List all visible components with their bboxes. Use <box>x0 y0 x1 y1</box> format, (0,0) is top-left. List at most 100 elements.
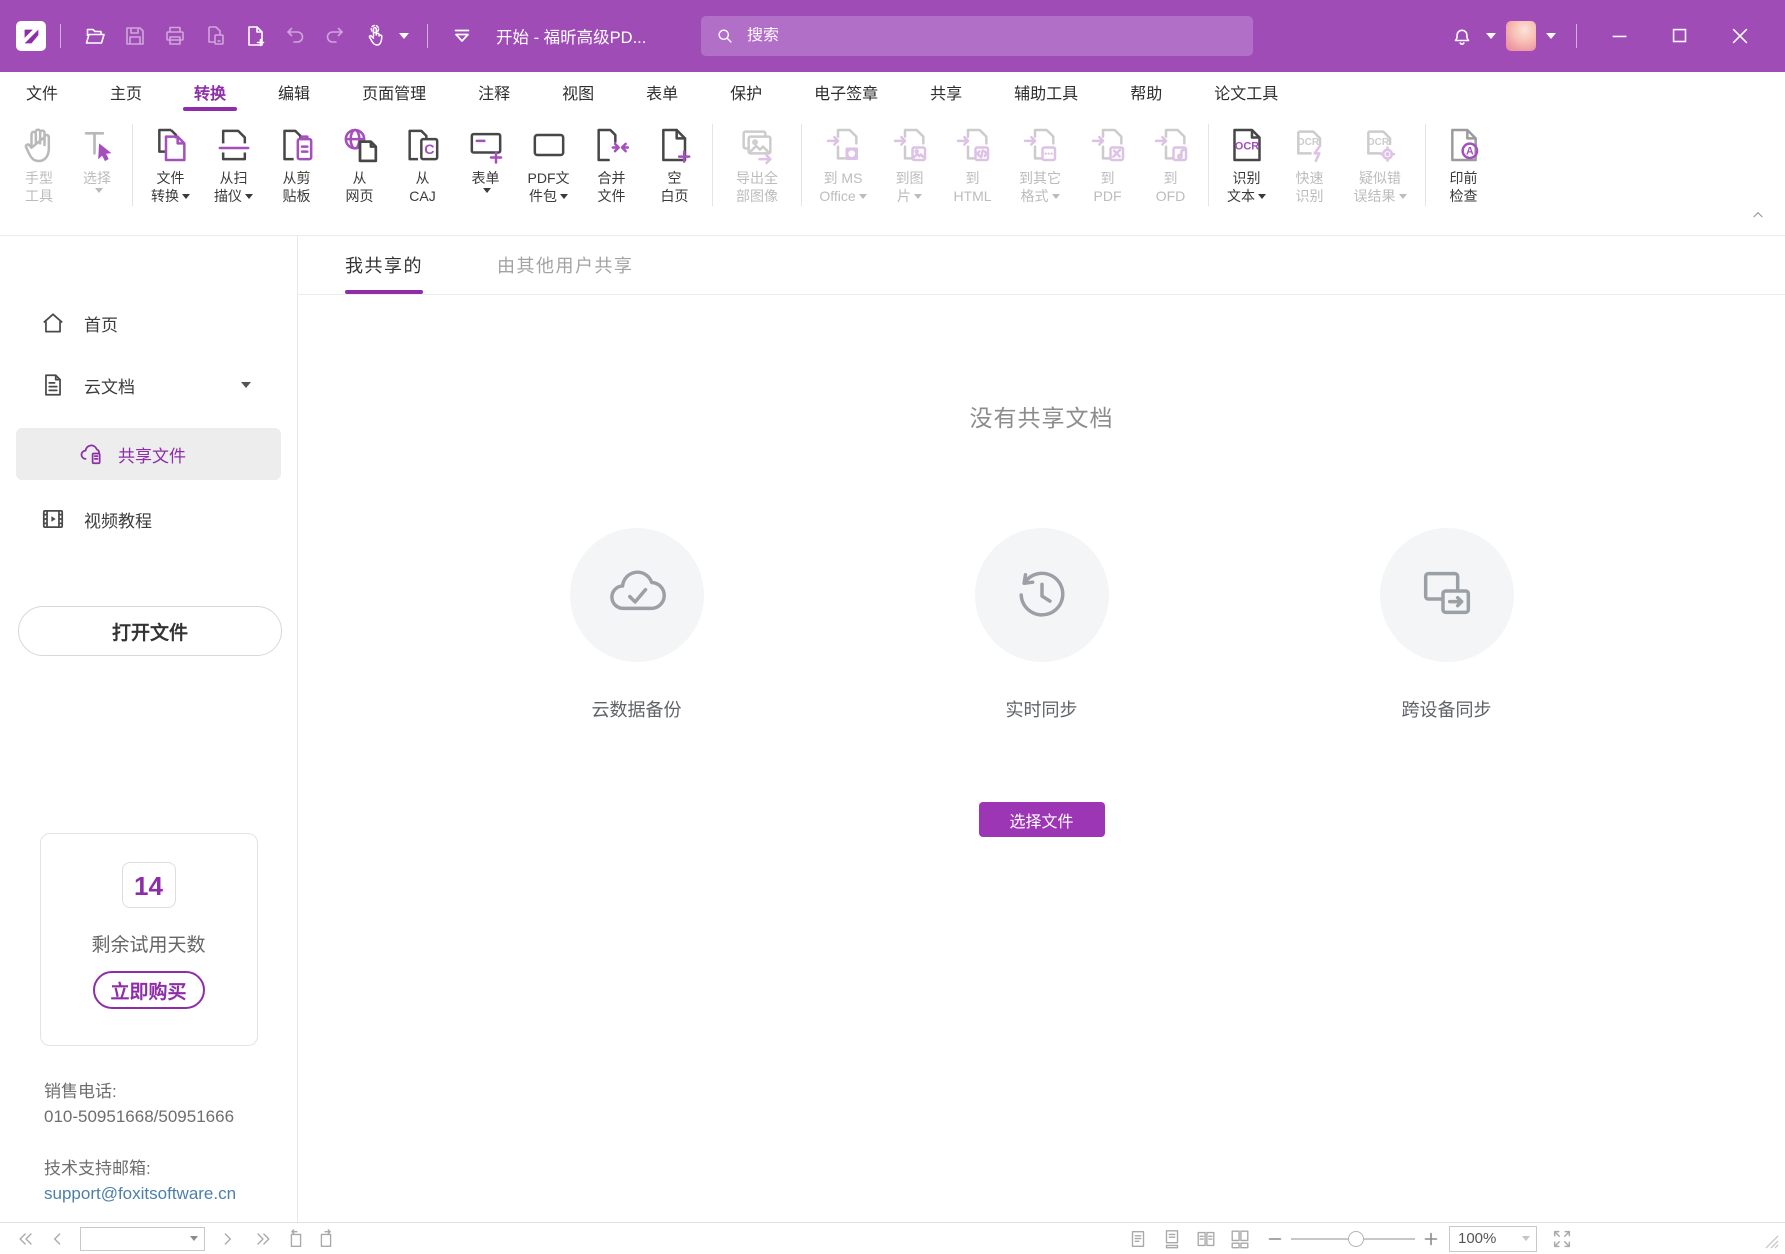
titlebar-right-cluster <box>1442 21 1751 51</box>
dropdown-arrow-icon <box>914 194 922 199</box>
page-number-input[interactable] <box>81 1231 177 1247</box>
empty-state-title: 没有共享文档 <box>298 399 1785 433</box>
touch-mode-icon[interactable] <box>363 24 387 48</box>
main-content: 我共享的 由其他用户共享 没有共享文档 云数据备份 <box>298 236 1785 1222</box>
sales-phone-number: 010-50951668/50951666 <box>44 1104 297 1129</box>
facing-continuous-view-icon[interactable] <box>1229 1228 1251 1250</box>
chevron-down-icon[interactable] <box>241 382 251 388</box>
tab-accessibility[interactable]: 辅助工具 <box>988 72 1104 112</box>
contact-info: 销售电话: 010-50951668/50951666 技术支持邮箱: supp… <box>44 1079 297 1206</box>
preflight-button[interactable]: A 印前检查 <box>1432 122 1495 205</box>
ribbon-button-label: 到PDF <box>1094 170 1122 205</box>
account-dropdown-icon[interactable] <box>1546 33 1556 39</box>
feature-label: 实时同步 <box>1006 696 1078 722</box>
sidebar-item-cloud-docs[interactable]: 云文档 <box>0 354 297 416</box>
merge-files-button[interactable]: 合并文件 <box>580 122 643 205</box>
tab-home[interactable]: 主页 <box>84 72 168 112</box>
file-convert-button[interactable]: 文件转换 <box>139 122 202 205</box>
from-caj-button[interactable]: C 从CAJ <box>391 122 454 205</box>
dropdown-arrow-icon <box>560 194 568 199</box>
tab-comment[interactable]: 注释 <box>452 72 536 112</box>
new-document-icon[interactable] <box>243 24 267 48</box>
ribbon-button-label: 印前检查 <box>1450 170 1478 205</box>
last-page-icon[interactable] <box>253 1229 273 1249</box>
tab-help[interactable]: 帮助 <box>1104 72 1188 112</box>
zoom-out-button[interactable] <box>1267 1231 1283 1247</box>
ribbon-button-label: 空白页 <box>661 170 689 205</box>
titlebar: 开始 - 福昕高级PD... <box>0 0 1785 72</box>
tab-convert[interactable]: 转换 <box>168 72 252 112</box>
to-html-icon <box>953 122 993 168</box>
blank-page-button[interactable]: 空白页 <box>643 122 706 205</box>
blank-page-icon <box>655 122 695 168</box>
from-scanner-button[interactable]: 从扫描仪 <box>202 122 265 205</box>
sidebar-item-home[interactable]: 首页 <box>0 292 297 354</box>
tab-shared-by-me[interactable]: 我共享的 <box>345 236 423 294</box>
buy-now-button[interactable]: 立即购买 <box>93 971 205 1009</box>
ribbon-button-label: 从CAJ <box>409 170 435 205</box>
touch-mode-dropdown-icon[interactable] <box>399 33 409 39</box>
previous-page-icon[interactable] <box>48 1229 68 1249</box>
select-tool-button: 选择 <box>68 122 126 193</box>
search-box[interactable] <box>701 16 1253 56</box>
next-view-icon[interactable] <box>315 1228 337 1250</box>
open-file-button[interactable]: 打开文件 <box>18 606 282 656</box>
from-web-button[interactable]: 从网页 <box>328 122 391 205</box>
open-file-icon[interactable] <box>83 24 107 48</box>
to-ms-office-button: 到 MSOffice <box>808 122 878 205</box>
zoom-level-combobox[interactable]: 100% <box>1449 1226 1537 1252</box>
sidebar-item-video-tutorials[interactable]: 视频教程 <box>0 488 297 550</box>
file-convert-icon <box>151 122 191 168</box>
minimize-button[interactable] <box>1609 25 1631 47</box>
ocr-suspects-icon: OCR <box>1360 122 1400 168</box>
search-input[interactable] <box>747 27 1207 45</box>
close-button[interactable] <box>1729 25 1751 47</box>
user-avatar[interactable] <box>1506 21 1536 51</box>
to-pdf-icon <box>1088 122 1128 168</box>
tab-view[interactable]: 视图 <box>536 72 620 112</box>
continuous-view-icon[interactable] <box>1161 1228 1183 1250</box>
single-page-view-icon[interactable] <box>1127 1228 1149 1250</box>
tab-share[interactable]: 共享 <box>904 72 988 112</box>
tab-protect[interactable]: 保护 <box>704 72 788 112</box>
notifications-bell-icon[interactable] <box>1450 24 1474 48</box>
select-file-button[interactable]: 选择文件 <box>979 802 1105 837</box>
to-other-format-button: 到其它格式 <box>1004 122 1076 205</box>
pdf-portfolio-button[interactable]: PDF文件包 <box>517 122 580 205</box>
tab-shared-by-others[interactable]: 由其他用户共享 <box>497 236 634 294</box>
video-tutorial-icon <box>40 506 66 532</box>
zoom-slider[interactable] <box>1291 1231 1415 1247</box>
page-number-combobox[interactable] <box>80 1227 205 1251</box>
zoom-in-button[interactable] <box>1423 1231 1439 1247</box>
ocr-text-button[interactable]: OCR 识别文本 <box>1215 122 1278 205</box>
chevron-down-icon[interactable] <box>190 1236 198 1241</box>
first-page-icon[interactable] <box>16 1229 36 1249</box>
previous-view-icon[interactable] <box>285 1228 307 1250</box>
ribbon-button-label: 从剪贴板 <box>283 170 311 205</box>
sidebar-item-shared-files[interactable]: 共享文件 <box>16 428 281 480</box>
collapse-ribbon-icon[interactable] <box>1751 208 1765 227</box>
ribbon-toolbar: 手型工具 选择 文件转换 从扫描仪 从剪贴板 从网页 C <box>0 112 1785 236</box>
tab-page-organize[interactable]: 页面管理 <box>336 72 452 112</box>
preflight-icon: A <box>1444 122 1484 168</box>
form-button[interactable]: 表单 <box>454 122 517 193</box>
tab-esign[interactable]: 电子签章 <box>788 72 904 112</box>
hide-ribbon-icon[interactable] <box>450 24 474 48</box>
support-email-link[interactable]: support@foxitsoftware.cn <box>44 1181 297 1206</box>
facing-view-icon[interactable] <box>1195 1228 1217 1250</box>
undo-icon <box>283 24 307 48</box>
notifications-dropdown-icon[interactable] <box>1486 33 1496 39</box>
next-page-icon[interactable] <box>217 1229 237 1249</box>
quick-ocr-icon: OCR <box>1290 122 1330 168</box>
tab-paper-tools[interactable]: 论文工具 <box>1188 72 1304 112</box>
tab-edit[interactable]: 编辑 <box>252 72 336 112</box>
fullscreen-icon[interactable] <box>1551 1228 1573 1250</box>
zoom-slider-thumb[interactable] <box>1348 1231 1364 1247</box>
tab-file[interactable]: 文件 <box>0 72 84 112</box>
chevron-down-icon[interactable] <box>1522 1236 1530 1241</box>
resize-grip[interactable] <box>1763 1233 1779 1254</box>
print-icon <box>163 24 187 48</box>
tab-form[interactable]: 表单 <box>620 72 704 112</box>
from-clipboard-button[interactable]: 从剪贴板 <box>265 122 328 205</box>
maximize-button[interactable] <box>1669 25 1691 47</box>
